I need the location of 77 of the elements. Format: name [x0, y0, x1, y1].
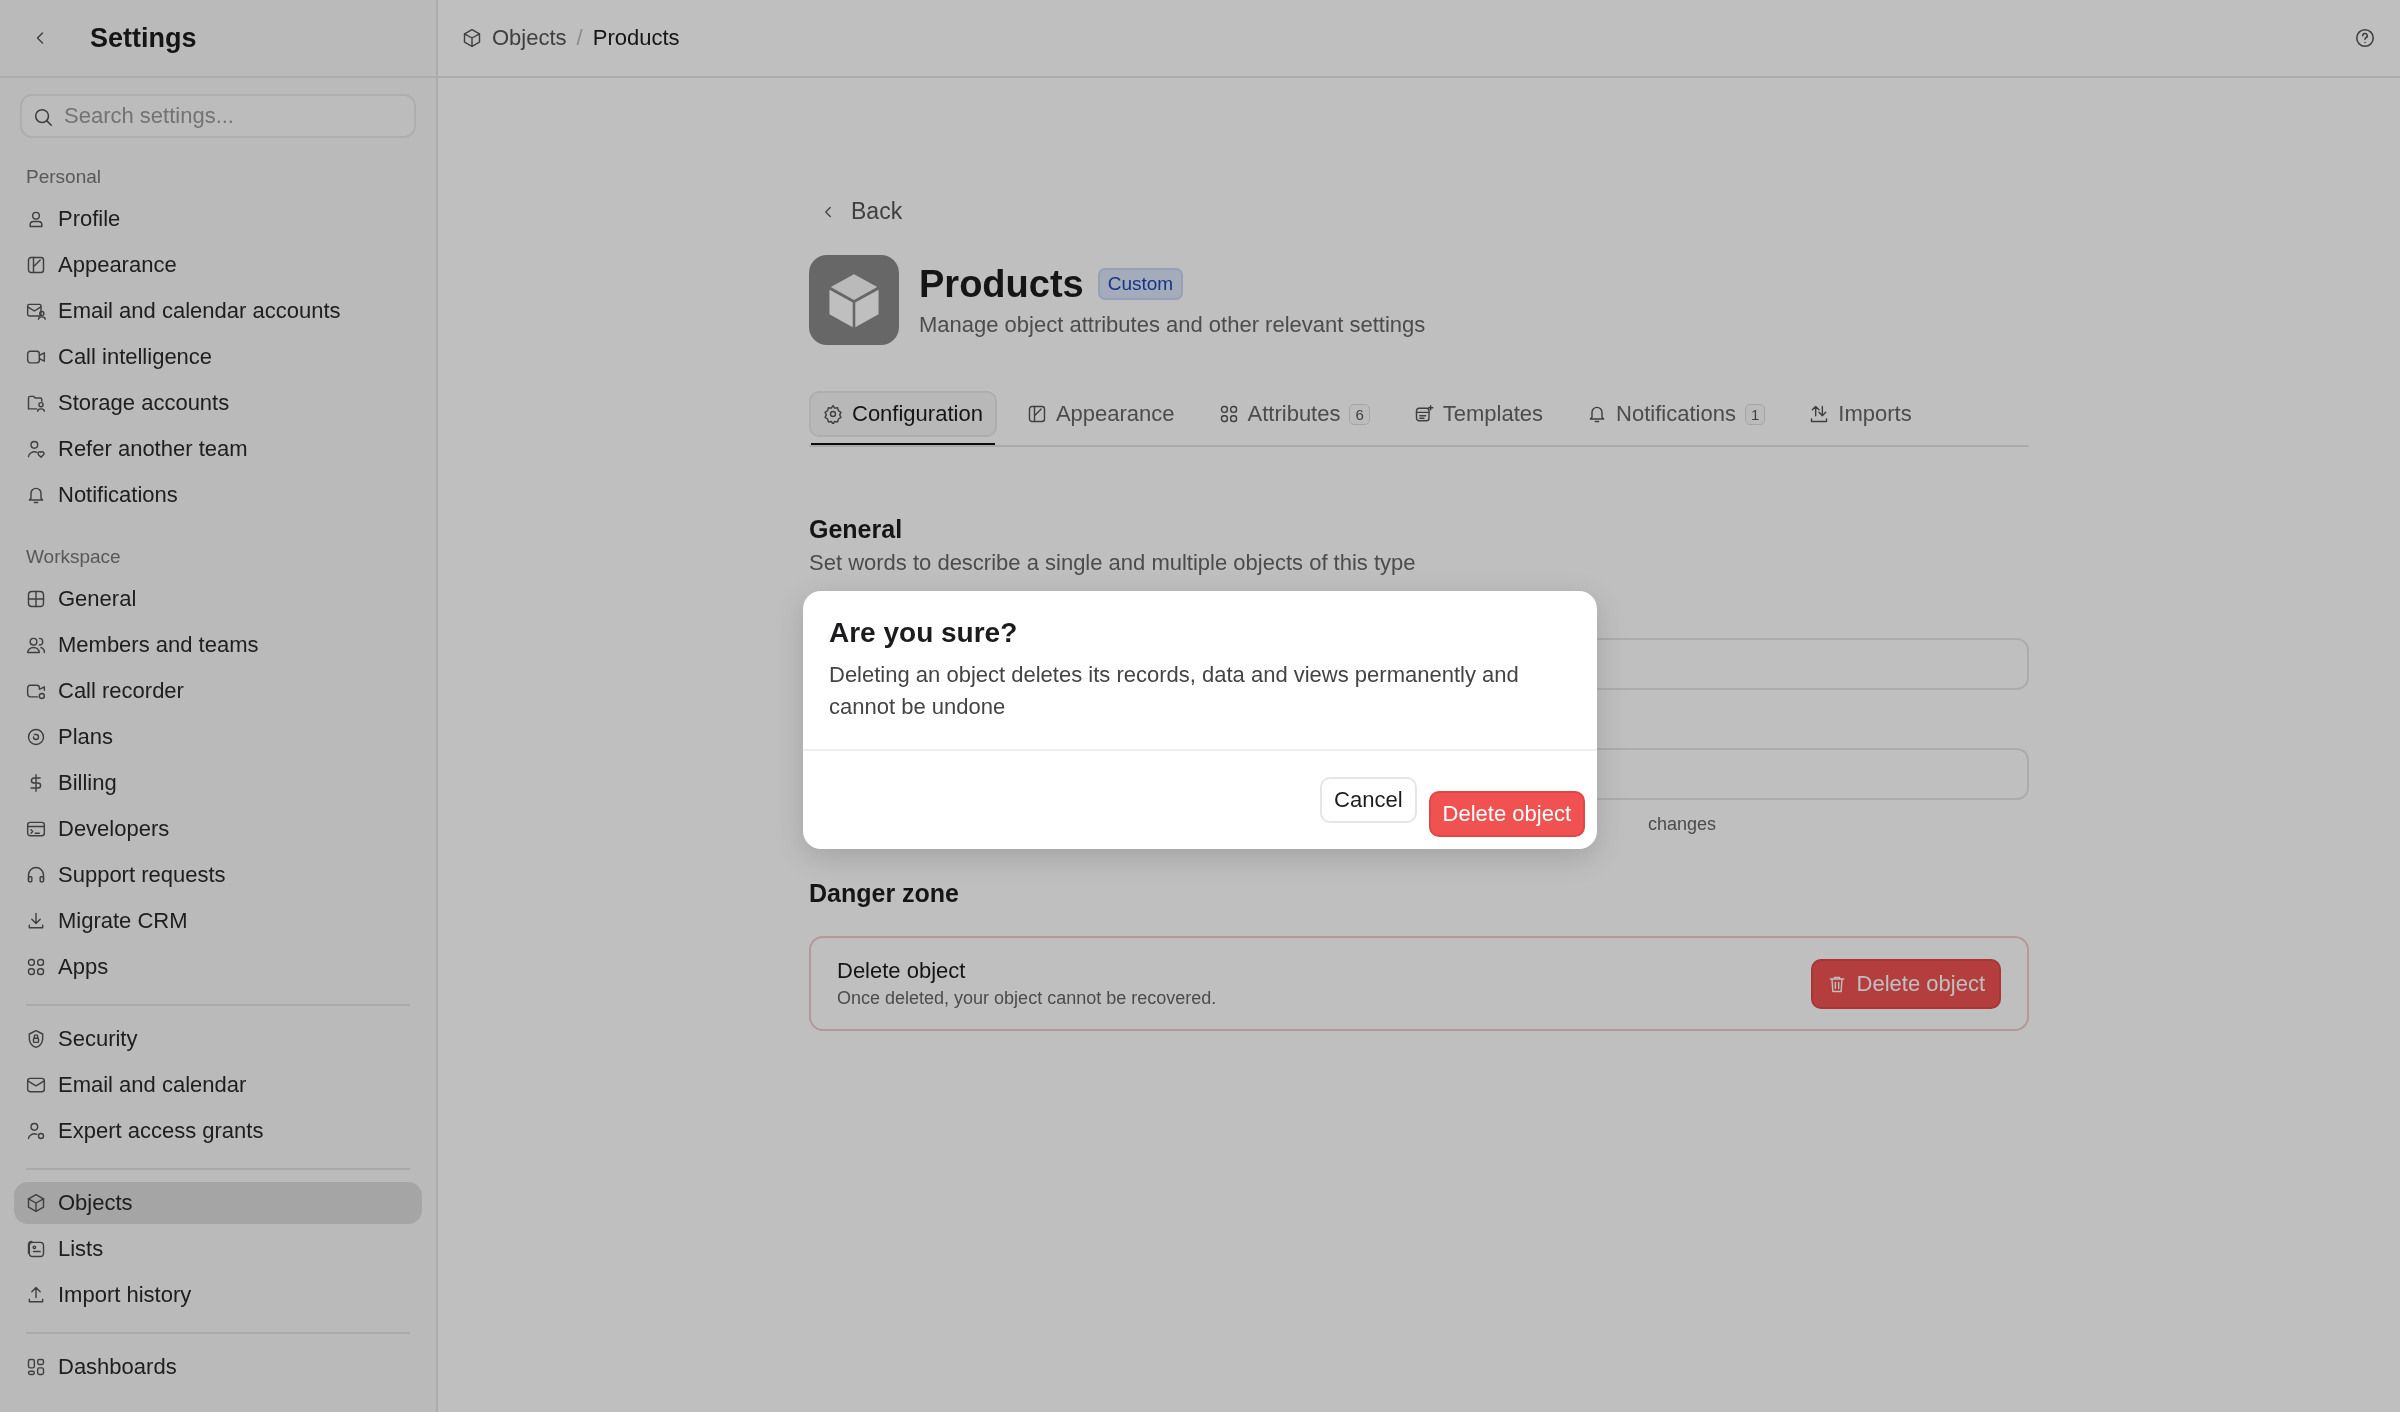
field-hint: changes [1648, 814, 1717, 834]
count-badge: 1 [1744, 403, 1766, 425]
sidebar-item[interactable]: Profile [14, 198, 422, 240]
download-icon [26, 911, 46, 931]
user-heart-icon [26, 439, 46, 459]
sidebar-item[interactable]: Developers [14, 808, 422, 850]
users-icon [26, 635, 46, 655]
section-heading: Danger zone [809, 879, 961, 908]
back-link[interactable]: Back [809, 198, 2029, 225]
sidebar-item[interactable]: Call intelligence [14, 336, 422, 378]
dialog-title: Are you sure? [829, 617, 1019, 649]
gear-icon [823, 404, 843, 424]
page-subtitle: Manage object attributes and other relevant settings [919, 311, 1426, 338]
cube-icon [26, 1193, 46, 1213]
sidebar-item[interactable]: Support requests [14, 854, 422, 896]
list-icon [26, 1239, 46, 1259]
user-icon [26, 209, 46, 229]
help-icon [2354, 27, 2376, 49]
section-label: Workspace [25, 545, 122, 569]
breadcrumb-separator: / [576, 25, 583, 51]
tab[interactable]: Notifications 1 [1573, 391, 1780, 437]
sidebar-item[interactable]: Apps [14, 946, 422, 988]
sidebar-item[interactable]: Notifications [14, 474, 422, 516]
sidebar-item[interactable]: Email and calendar [14, 1064, 422, 1106]
cancel-button[interactable]: Cancel [1320, 776, 1417, 824]
sidebar-item[interactable]: Objects [14, 1182, 422, 1224]
tab[interactable]: Attributes 6 [1204, 391, 1384, 437]
sidebar-item[interactable]: Storage accounts [14, 382, 422, 424]
section-heading: General [809, 515, 904, 544]
layout-icon [26, 589, 46, 609]
cube-icon [462, 28, 482, 48]
sidebar-item[interactable]: Expert access grants [14, 1110, 422, 1152]
sidebar-item[interactable]: Import history [14, 1274, 422, 1316]
template-icon [1413, 404, 1434, 424]
terminal-icon [26, 819, 46, 839]
sidebar-item[interactable]: Refer another team [14, 428, 422, 470]
sidebar-item[interactable]: Lists [14, 1228, 422, 1270]
folder-user-icon [26, 393, 46, 413]
card-description: Once deleted, your object cannot be recovered. [837, 988, 1218, 1009]
headphones-icon [26, 865, 46, 885]
count-badge: 6 [1349, 403, 1370, 425]
sidebar-item[interactable]: Call recorder [14, 670, 422, 712]
upload-icon [26, 1285, 46, 1305]
video-icon [26, 347, 46, 367]
search-icon [32, 106, 54, 128]
bell-icon [26, 485, 46, 505]
sidebar-item[interactable]: Migrate CRM [14, 900, 422, 942]
search-field[interactable]: Search settings... [20, 94, 416, 138]
page-title: Products [919, 262, 1084, 306]
tab[interactable]: Appearance [1012, 391, 1189, 437]
mail-user-icon [26, 301, 46, 321]
sidebar-item[interactable]: Appearance [14, 244, 422, 286]
sidebar-item[interactable]: Members and teams [14, 624, 422, 666]
tab[interactable]: Imports [1795, 391, 1926, 437]
custom-badge: Custom [1097, 268, 1184, 300]
card-title: Delete object [837, 958, 967, 984]
breadcrumb-item[interactable]: Objects [492, 25, 567, 51]
mail-icon [26, 1075, 46, 1095]
breadcrumb-item[interactable]: Products [592, 25, 680, 51]
shield-icon [26, 1029, 46, 1049]
sidebar-item[interactable]: Security [14, 1018, 422, 1060]
cube-icon [809, 255, 899, 345]
dialog-message: Deleting an object deletes its records, data and views permanently and cannot be undone [829, 661, 1520, 721]
section-description: Set words to describe a single and multiple objects of this type [809, 550, 1417, 576]
apps-icon [1218, 404, 1239, 424]
sidebar-item[interactable]: Billing [14, 762, 422, 804]
tab[interactable]: Templates [1399, 391, 1558, 437]
section-label: Personal [25, 165, 102, 189]
user-gear-icon [26, 1121, 46, 1141]
sidebar-title: Settings [90, 22, 197, 54]
import-icon [1809, 404, 1830, 424]
sidebar-item[interactable]: Email and calendar accounts [14, 290, 422, 332]
sidebar-item[interactable]: General [14, 578, 422, 620]
sidebar-item[interactable]: Plans [14, 716, 422, 758]
dashboard-icon [26, 1357, 46, 1377]
apps-icon [26, 957, 46, 977]
sidebar-item[interactable]: Dashboards [14, 1346, 422, 1388]
